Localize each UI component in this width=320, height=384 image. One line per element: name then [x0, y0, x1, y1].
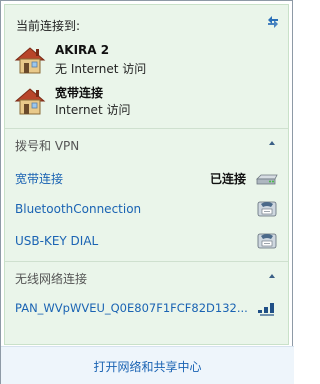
- connection-broadband: 宽带连接 Internet 访问: [13, 84, 273, 120]
- dialup-item-label: USB-KEY DIAL: [15, 234, 99, 248]
- connection-name: 宽带连接: [55, 86, 104, 100]
- connection-access: 无 Internet 访问: [55, 62, 147, 76]
- dialup-vpn-title: 拨号和 VPN: [15, 139, 80, 153]
- dialup-vpn-header[interactable]: 拨号和 VPN: [5, 129, 288, 159]
- footer: 打开网络和共享中心: [1, 346, 294, 384]
- dialup-phone-icon: [257, 201, 277, 217]
- wireless-network-name: PAN_WVpWVEU_Q0E807F1FCF82D132...: [15, 301, 248, 315]
- dialup-item-broadband[interactable]: 宽带连接 已连接: [5, 161, 288, 193]
- refresh-icon[interactable]: [265, 14, 281, 30]
- dialup-item-bluetooth[interactable]: BluetoothConnection: [5, 193, 288, 225]
- connection-akira: AKIRA 2 无 Internet 访问: [13, 43, 273, 79]
- chevron-up-icon[interactable]: [267, 272, 277, 280]
- dialup-item-label: BluetoothConnection: [15, 202, 142, 216]
- connection-access: Internet 访问: [55, 103, 131, 117]
- network-house-icon: [14, 88, 46, 115]
- dialup-phone-icon: [257, 233, 277, 249]
- connection-status: 已连接: [210, 172, 247, 186]
- wireless-title: 无线网络连接: [15, 272, 88, 286]
- current-connections-title: 当前连接到:: [16, 19, 81, 33]
- dialup-item-usbkey[interactable]: USB-KEY DIAL: [5, 225, 288, 257]
- wireless-header[interactable]: 无线网络连接: [5, 262, 288, 292]
- chevron-up-icon[interactable]: [267, 139, 277, 147]
- signal-strength-icon: [258, 303, 274, 316]
- broadband-modem-icon: [256, 174, 278, 185]
- wireless-item[interactable]: PAN_WVpWVEU_Q0E807F1FCF82D132...: [5, 292, 288, 324]
- dialup-item-label: 宽带连接: [15, 172, 64, 186]
- network-house-icon: [14, 47, 46, 74]
- current-connections: 当前连接到: AKIRA 2 无 Internet 访问 宽带连接 Intern…: [5, 5, 288, 129]
- open-network-sharing-center-link[interactable]: 打开网络和共享中心: [1, 358, 294, 375]
- connection-name: AKIRA 2: [55, 43, 110, 57]
- network-flyout: 当前连接到: AKIRA 2 无 Internet 访问 宽带连接 Intern…: [0, 0, 294, 384]
- network-list-area: 当前连接到: AKIRA 2 无 Internet 访问 宽带连接 Intern…: [4, 4, 289, 345]
